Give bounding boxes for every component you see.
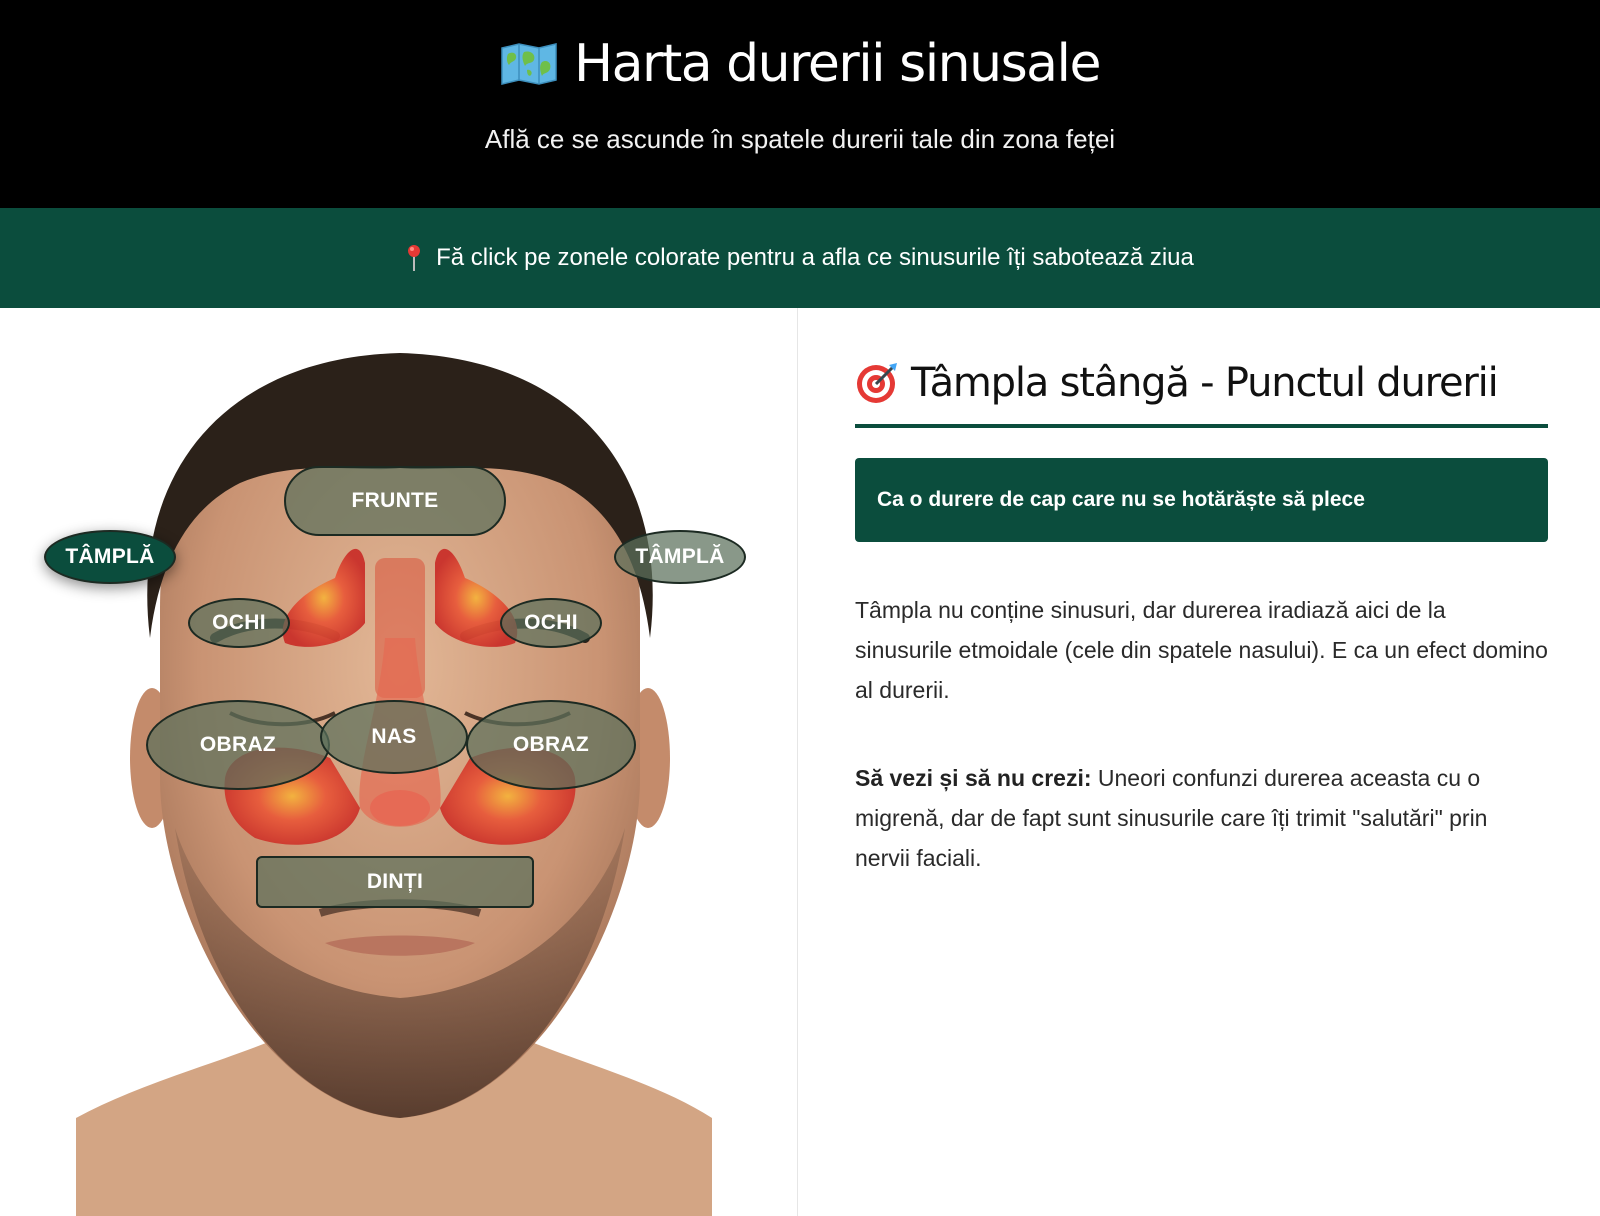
instruction-text: Fă click pe zonele colorate pentru a afl… — [436, 244, 1194, 271]
zone-right-temple-label: TÂMPLĂ — [635, 545, 725, 568]
zone-left-eye[interactable]: OCHI — [188, 598, 290, 648]
detail-title: Tâmpla stângă - Punctul durerii — [911, 360, 1499, 406]
zone-left-temple-label: TÂMPLĂ — [65, 545, 155, 568]
page-header: Harta durerii sinusale Află ce se ascund… — [0, 0, 1600, 208]
zone-left-temple[interactable]: TÂMPLĂ — [44, 530, 176, 584]
page-subtitle: Află ce se ascunde în spatele durerii ta… — [484, 124, 1116, 154]
detail-description: Tâmpla nu conține sinusuri, dar durerea … — [855, 597, 1548, 703]
page-title: Harta durerii sinusale — [574, 34, 1101, 94]
zone-forehead-label: FRUNTE — [351, 489, 439, 512]
title-row: Harta durerii sinusale — [0, 34, 1600, 94]
world-map-icon — [501, 43, 557, 85]
zone-right-cheek-label: OBRAZ — [512, 733, 590, 756]
zone-teeth[interactable]: DINȚI — [256, 856, 534, 908]
fun-fact-lead: Să vezi și să nu crezi: — [855, 765, 1092, 791]
detail-tagline: Ca o durere de cap care nu se hotărăște … — [855, 458, 1548, 542]
zone-nose[interactable]: NAS — [320, 700, 468, 774]
zone-left-cheek-label: OBRAZ — [199, 733, 277, 756]
zone-right-temple[interactable]: TÂMPLĂ — [614, 530, 746, 584]
face-map-panel: FRUNTE TÂMPLĂ TÂMPLĂ OCHI OCHI OBRAZ NAS… — [0, 308, 798, 1216]
zone-right-eye[interactable]: OCHI — [500, 598, 602, 648]
round-pushpin-icon — [408, 245, 421, 271]
detail-title-row: Tâmpla stângă - Punctul durerii — [855, 360, 1499, 406]
zone-forehead[interactable]: FRUNTE — [284, 466, 506, 536]
zone-nose-label: NAS — [371, 725, 417, 748]
zone-left-cheek[interactable]: OBRAZ — [146, 700, 330, 790]
zone-teeth-label: DINȚI — [366, 870, 424, 893]
zone-detail-panel: Tâmpla stângă - Punctul durerii Ca o dur… — [799, 308, 1600, 1216]
zone-right-eye-label: OCHI — [524, 611, 578, 634]
zone-right-cheek[interactable]: OBRAZ — [466, 700, 636, 790]
direct-hit-target-icon — [857, 363, 897, 403]
instruction-banner: Fă click pe zonele colorate pentru a afl… — [0, 208, 1600, 308]
zone-left-eye-label: OCHI — [212, 611, 266, 634]
detail-fun-fact: Să vezi și să nu crezi: Uneori confunzi … — [855, 758, 1548, 878]
title-divider — [855, 424, 1548, 428]
